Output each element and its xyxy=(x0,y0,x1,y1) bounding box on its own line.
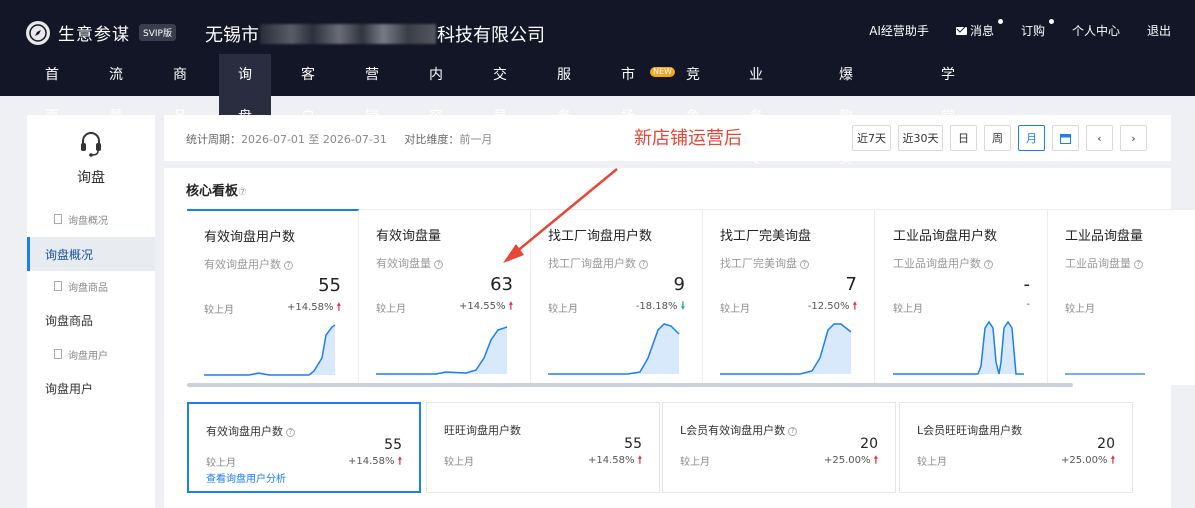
annotation-arrow xyxy=(503,168,618,263)
annotation-text: 新店铺运营后 xyxy=(634,128,742,149)
